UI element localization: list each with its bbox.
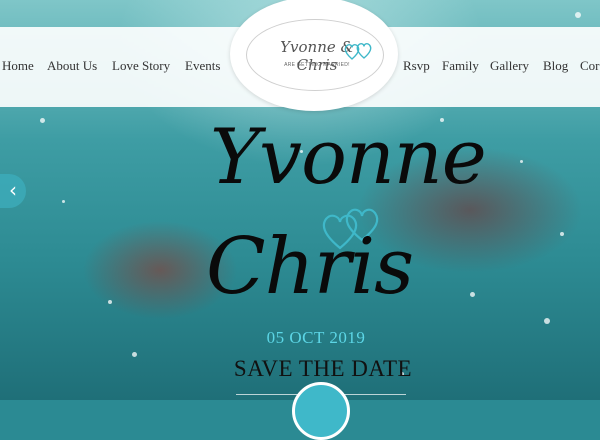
nav-item-rsvp[interactable]: Rsvp [403, 58, 430, 74]
logo-frame: Yvonne & Chris ARE GETTING MARRIED! [246, 19, 384, 91]
hearts-icon [344, 43, 372, 60]
bubble-decoration [62, 200, 65, 203]
nav-item-family[interactable]: Family [442, 58, 479, 74]
scroll-down-button[interactable] [292, 382, 350, 440]
bubble-decoration [470, 292, 475, 297]
save-the-date-heading: SAVE THE DATE [233, 356, 413, 381]
bubble-decoration [560, 232, 564, 236]
nav-item-events[interactable]: Events [185, 58, 220, 74]
nav-item-home[interactable]: Home [2, 58, 34, 74]
bubble-decoration [520, 160, 523, 163]
site-logo[interactable]: Yvonne & Chris ARE GETTING MARRIED! [230, 0, 398, 111]
nav-item-love-story[interactable]: Love Story [112, 58, 170, 74]
hero-name-first: Yvonne [210, 112, 487, 201]
bubble-decoration [40, 118, 45, 123]
bubble-decoration [132, 352, 137, 357]
nav-item-blog[interactable]: Blog [543, 58, 568, 74]
bubble-decoration [575, 12, 581, 18]
nav-item-contact[interactable]: Cor [580, 58, 600, 74]
nav-item-gallery[interactable]: Gallery [490, 58, 529, 74]
bubble-decoration [544, 318, 550, 324]
chevron-left-icon: ‹ [9, 178, 17, 202]
wedding-date: 05 OCT 2019 [266, 328, 366, 347]
logo-tagline: ARE GETTING MARRIED! [284, 62, 350, 68]
bubble-decoration [108, 300, 112, 304]
hero-name-second: Chris [206, 222, 414, 312]
nav-item-about-us[interactable]: About Us [47, 58, 97, 74]
